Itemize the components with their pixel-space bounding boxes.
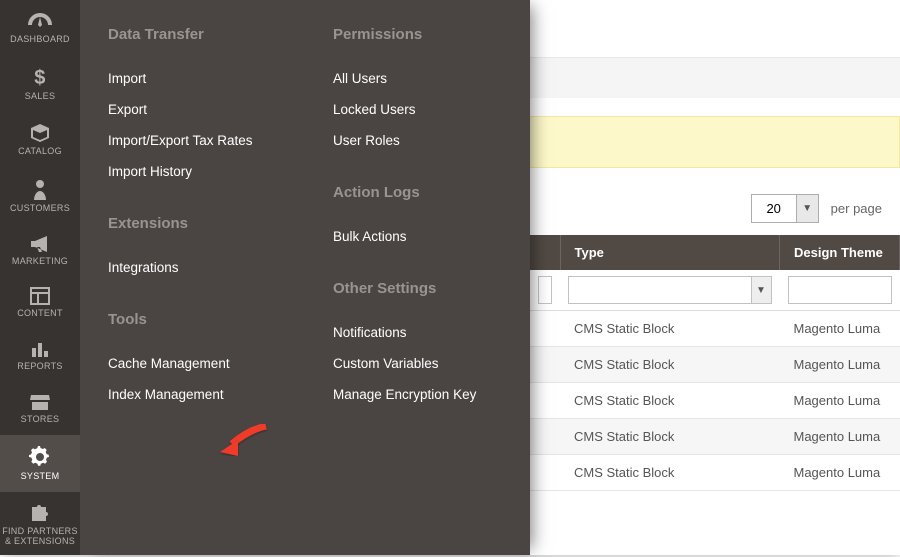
person-icon: [32, 178, 48, 200]
section-heading: Permissions: [333, 26, 502, 43]
topbar: [530, 0, 900, 58]
storefront-icon: [29, 393, 51, 411]
rail-sales[interactable]: $ SALES: [0, 55, 80, 112]
main-content: ▼ per page Type Design Theme ▼ C: [530, 0, 900, 555]
menu-notifications[interactable]: Notifications: [333, 317, 502, 348]
rail-reports[interactable]: REPORTS: [0, 329, 80, 382]
filter-theme-input[interactable]: [788, 276, 892, 304]
menu-import-history[interactable]: Import History: [108, 156, 277, 187]
rail-marketing[interactable]: MARKETING: [0, 224, 80, 277]
cell-theme: Magento Luma: [780, 455, 900, 491]
rail-stores[interactable]: STORES: [0, 382, 80, 435]
megaphone-icon: [29, 235, 51, 253]
cell-type: CMS Static Block: [560, 383, 780, 419]
cell-type: CMS Static Block: [560, 455, 780, 491]
rail-label: MARKETING: [2, 257, 78, 267]
system-message-banner[interactable]: [530, 116, 900, 168]
chevron-down-icon: ▼: [751, 277, 771, 303]
filter-input[interactable]: [538, 276, 552, 304]
menu-import-export-tax-rates[interactable]: Import/Export Tax Rates: [108, 125, 277, 156]
menu-locked-users[interactable]: Locked Users: [333, 94, 502, 125]
puzzle-icon: [29, 503, 51, 523]
rail-label: SALES: [2, 92, 78, 102]
rail-label: SYSTEM: [2, 472, 78, 482]
flyout-column-2: Permissions All Users Locked Users User …: [305, 26, 530, 535]
rail-content[interactable]: CONTENT: [0, 276, 80, 329]
gear-icon: [29, 446, 51, 468]
per-page-label: per page: [831, 201, 882, 216]
menu-all-users[interactable]: All Users: [333, 63, 502, 94]
rail-dashboard[interactable]: DASHBOARD: [0, 0, 80, 55]
menu-export[interactable]: Export: [108, 94, 277, 125]
menu-bulk-actions[interactable]: Bulk Actions: [333, 221, 502, 252]
section-heading: Action Logs: [333, 184, 502, 201]
rail-system[interactable]: SYSTEM: [0, 435, 80, 492]
cell-type: CMS Static Block: [560, 311, 780, 347]
cell-type: CMS Static Block: [560, 419, 780, 455]
filter-type-select[interactable]: ▼: [568, 276, 772, 304]
section-heading: Data Transfer: [108, 26, 277, 43]
menu-user-roles[interactable]: User Roles: [333, 125, 502, 156]
rail-label: STORES: [2, 415, 78, 425]
menu-custom-variables[interactable]: Custom Variables: [333, 348, 502, 379]
rail-label: DASHBOARD: [2, 35, 78, 45]
menu-integrations[interactable]: Integrations: [108, 252, 277, 283]
rail-label: CONTENT: [2, 309, 78, 319]
dollar-icon: $: [30, 66, 50, 88]
page-size-input[interactable]: [752, 195, 796, 222]
gauge-icon: [27, 11, 53, 31]
cell-type: CMS Static Block: [560, 347, 780, 383]
chevron-down-icon: ▼: [802, 203, 812, 214]
column-header-type[interactable]: Type: [560, 235, 780, 270]
cell-theme: Magento Luma: [780, 419, 900, 455]
page-size-control: ▼: [751, 194, 819, 223]
dropdown-toggle[interactable]: ▼: [796, 195, 818, 222]
system-flyout-menu: Data Transfer Import Export Import/Expor…: [80, 0, 530, 555]
rail-partners[interactable]: FIND PARTNERS & EXTENSIONS: [0, 492, 80, 557]
table-row[interactable]: CMS Static BlockMagento Luma: [530, 347, 900, 383]
menu-manage-encryption-key[interactable]: Manage Encryption Key: [333, 379, 502, 410]
menu-index-management[interactable]: Index Management: [108, 379, 277, 410]
rail-label: CATALOG: [2, 147, 78, 157]
box-icon: [29, 123, 51, 143]
cell-theme: Magento Luma: [780, 311, 900, 347]
breadcrumb-band: [530, 58, 900, 98]
bars-icon: [30, 340, 50, 358]
section-heading: Tools: [108, 311, 277, 328]
rail-label: FIND PARTNERS & EXTENSIONS: [2, 527, 78, 547]
cell-theme: Magento Luma: [780, 347, 900, 383]
table-row[interactable]: CMS Static BlockMagento Luma: [530, 455, 900, 491]
flyout-column-1: Data Transfer Import Export Import/Expor…: [80, 26, 305, 535]
table-row[interactable]: CMS Static BlockMagento Luma: [530, 311, 900, 347]
menu-cache-management[interactable]: Cache Management: [108, 348, 277, 379]
rail-label: REPORTS: [2, 362, 78, 372]
rail-customers[interactable]: CUSTOMERS: [0, 167, 80, 224]
menu-import[interactable]: Import: [108, 63, 277, 94]
column-header-design-theme[interactable]: Design Theme: [780, 235, 900, 270]
rail-label: CUSTOMERS: [2, 204, 78, 214]
section-heading: Other Settings: [333, 280, 502, 297]
rail-catalog[interactable]: CATALOG: [0, 112, 80, 167]
cell-theme: Magento Luma: [780, 383, 900, 419]
admin-left-rail: DASHBOARD $ SALES CATALOG CUSTOMERS MARK…: [0, 0, 80, 555]
column-header-blank[interactable]: [530, 235, 560, 270]
data-grid: Type Design Theme ▼ CMS Static BlockMage…: [530, 235, 900, 491]
svg-text:$: $: [34, 67, 45, 88]
layout-icon: [30, 287, 50, 305]
table-row[interactable]: CMS Static BlockMagento Luma: [530, 383, 900, 419]
pager: ▼ per page: [530, 168, 900, 235]
table-row[interactable]: CMS Static BlockMagento Luma: [530, 419, 900, 455]
section-heading: Extensions: [108, 215, 277, 232]
